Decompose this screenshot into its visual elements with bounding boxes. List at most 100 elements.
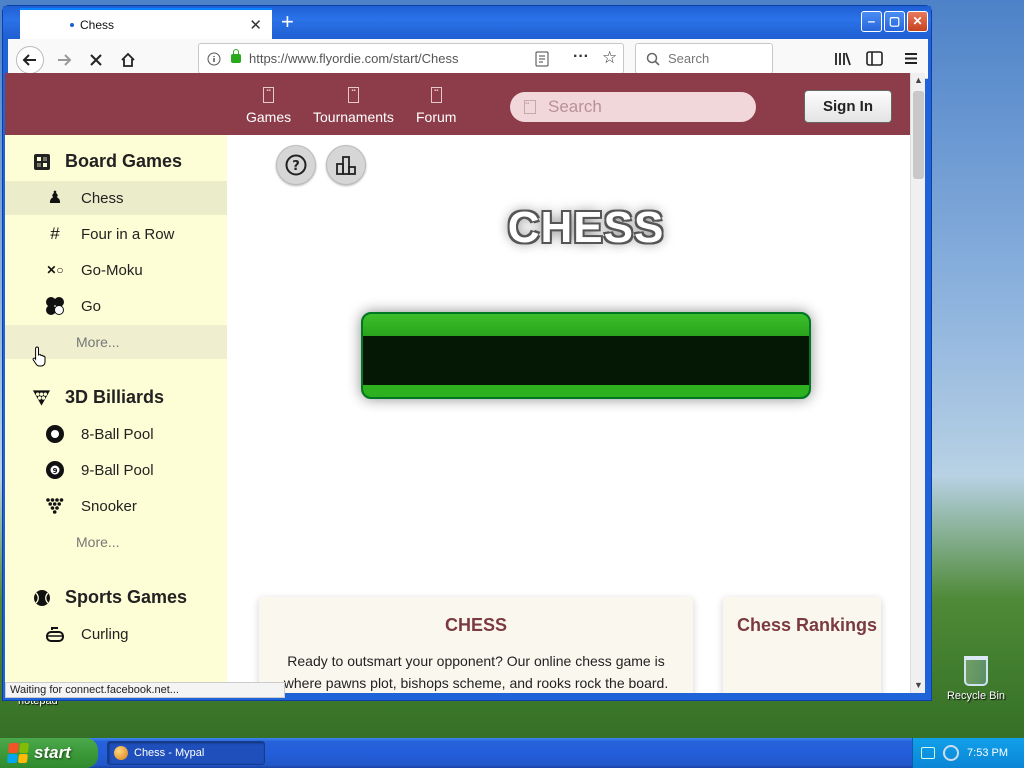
sidebar-item-label: 9-Ball Pool <box>81 461 154 479</box>
snooker-balls-icon <box>45 496 65 516</box>
scroll-down-arrow-icon[interactable]: ▼ <box>911 678 926 693</box>
card-heading: CHESS <box>444 615 507 635</box>
card-description: Ready to outsmart your opponent? Our onl… <box>283 653 669 691</box>
board-games-icon <box>32 152 51 171</box>
tournaments-icon: ▪▪ <box>347 87 359 103</box>
site-search-input[interactable]: ▪▪ Search <box>510 92 756 122</box>
scroll-thumb[interactable] <box>913 91 924 179</box>
sidebar-item-8-ball-pool[interactable]: 8-Ball Pool <box>5 417 227 451</box>
maximize-button[interactable]: ▢ <box>884 11 905 32</box>
sidebar-item-curling[interactable]: Curling <box>5 617 227 651</box>
minimize-button[interactable]: ‒ <box>861 11 882 32</box>
page-actions-icon[interactable]: ··· <box>573 48 589 66</box>
sidebar-item-label: Chess <box>81 189 124 207</box>
nav-forum[interactable]: ▪▪ Forum <box>416 87 456 125</box>
nav-games-label: Games <box>246 109 292 125</box>
billiards-triangle-icon <box>32 388 51 407</box>
section-sports-games[interactable]: Sports Games <box>32 587 187 608</box>
recycle-bin-desktop-icon[interactable]: Recycle Bin <box>944 656 1008 702</box>
tab-chess[interactable]: Chess ✕ <box>20 8 272 39</box>
info-icon[interactable] <box>207 52 221 66</box>
browser-app-icon <box>114 746 128 760</box>
scroll-up-arrow-icon[interactable]: ▲ <box>911 73 926 88</box>
library-icon[interactable] <box>834 51 852 67</box>
play-button-base <box>363 385 809 397</box>
games-icon: ▪▪ <box>263 87 275 103</box>
game-title: CHESS <box>507 203 665 252</box>
page-scrollbar[interactable]: ▲ ▼ <box>910 73 925 693</box>
question-mark-icon: ? <box>285 154 307 176</box>
billiards-more-link[interactable]: More... <box>5 525 227 559</box>
nine-ball-icon: 9 <box>45 460 65 480</box>
nav-games[interactable]: ▪▪ Games <box>246 87 291 125</box>
forum-icon: ▪▪ <box>430 87 442 103</box>
svg-text:?: ? <box>292 159 300 174</box>
start-button[interactable]: start <box>0 738 98 768</box>
site-search-icon: ▪▪ <box>524 100 536 114</box>
sidebar-toggle-icon[interactable] <box>866 51 883 66</box>
sidebar-item-snooker[interactable]: Snooker <box>5 489 227 523</box>
sidebar-item-label: Curling <box>81 625 129 643</box>
stop-loading-button[interactable] <box>82 46 110 74</box>
site-search-placeholder: Search <box>548 97 602 116</box>
url-text: https://www.flyordie.com/start/Chess <box>249 51 459 66</box>
sidebar-item-four-in-a-row[interactable]: # Four in a Row <box>5 217 227 251</box>
bookmark-star-icon[interactable]: ☆ <box>602 48 617 68</box>
leaderboard-button[interactable] <box>326 145 366 185</box>
keyboard-tray-icon[interactable] <box>921 747 936 759</box>
rankings-card: Chess Rankings <box>723 597 881 693</box>
clock[interactable]: 7:53 PM <box>967 747 1008 759</box>
start-label: start <box>34 743 71 762</box>
taskbar-item-browser[interactable]: Chess - Mypal <box>107 741 265 765</box>
sidebar-item-label: Go-Moku <box>81 261 143 279</box>
section-3d-billiards[interactable]: 3D Billiards <box>32 387 164 408</box>
home-button[interactable] <box>114 46 142 74</box>
browser-search-field[interactable]: Search <box>635 43 773 74</box>
back-arrow-icon <box>22 54 36 66</box>
nav-tournaments-label: Tournaments <box>313 109 394 125</box>
web-page: ▪▪ Games ▪▪ Tournaments ▪▪ Forum ▪▪ Sear… <box>5 73 910 693</box>
section-3d-billiards-title: 3D Billiards <box>65 387 165 407</box>
hamburger-menu-icon[interactable] <box>904 52 918 65</box>
play-button-highlight <box>363 314 809 336</box>
play-button[interactable] <box>361 312 811 399</box>
rankings-heading: Chess Rankings <box>737 615 878 635</box>
game-description-card: CHESS Ready to outsmart your opponent? O… <box>259 597 693 693</box>
loading-dot-icon <box>70 23 74 27</box>
address-bar[interactable]: https://www.flyordie.com/start/Chess ···… <box>198 43 624 74</box>
network-tray-icon[interactable] <box>943 745 960 761</box>
close-tab-icon[interactable]: ✕ <box>249 16 262 34</box>
sidebar-item-9-ball-pool[interactable]: 9 9-Ball Pool <box>5 453 227 487</box>
sports-ball-icon <box>32 588 51 607</box>
recycle-bin-icon <box>964 656 988 686</box>
new-tab-button[interactable]: + <box>281 10 294 34</box>
system-tray: 7:53 PM <box>912 738 1024 768</box>
taskbar-item-label: Chess - Mypal <box>134 747 205 759</box>
status-bar: Waiting for connect.facebook.net... <box>5 682 285 698</box>
sidebar-item-label: Four in a Row <box>81 225 175 243</box>
close-window-button[interactable]: ✕ <box>907 11 928 32</box>
windows-logo-icon <box>6 743 30 763</box>
sidebar-item-label: Go <box>81 297 102 315</box>
eight-ball-icon <box>45 424 65 444</box>
forward-button[interactable] <box>50 46 78 74</box>
gomoku-icon: ✕○ <box>46 263 64 277</box>
games-sidebar: Board Games ♟ Chess # Four in a Row ✕○ G… <box>5 135 227 693</box>
forward-arrow-icon <box>58 54 72 66</box>
recycle-bin-label: Recycle Bin <box>946 690 1006 702</box>
taskbar: start Chess - Mypal 7:53 PM <box>0 738 1024 768</box>
sidebar-item-go-moku[interactable]: ✕○ Go-Moku <box>5 253 227 287</box>
podium-chart-icon <box>336 156 356 175</box>
section-board-games[interactable]: Board Games <box>32 151 182 172</box>
reader-view-icon[interactable] <box>535 51 549 67</box>
back-button[interactable] <box>16 46 44 74</box>
sign-in-button[interactable]: Sign In <box>804 90 892 123</box>
browser-search-placeholder: Search <box>668 51 710 66</box>
stop-x-icon <box>90 54 102 66</box>
help-button[interactable]: ? <box>276 145 316 185</box>
sidebar-item-go[interactable]: Go <box>5 289 227 323</box>
chess-pawn-icon: ♟ <box>47 188 63 207</box>
sidebar-item-chess[interactable]: ♟ Chess <box>5 181 227 215</box>
nav-tournaments[interactable]: ▪▪ Tournaments <box>313 87 394 125</box>
title-bar: Chess ✕ + ‒ ▢ ✕ <box>3 6 931 39</box>
